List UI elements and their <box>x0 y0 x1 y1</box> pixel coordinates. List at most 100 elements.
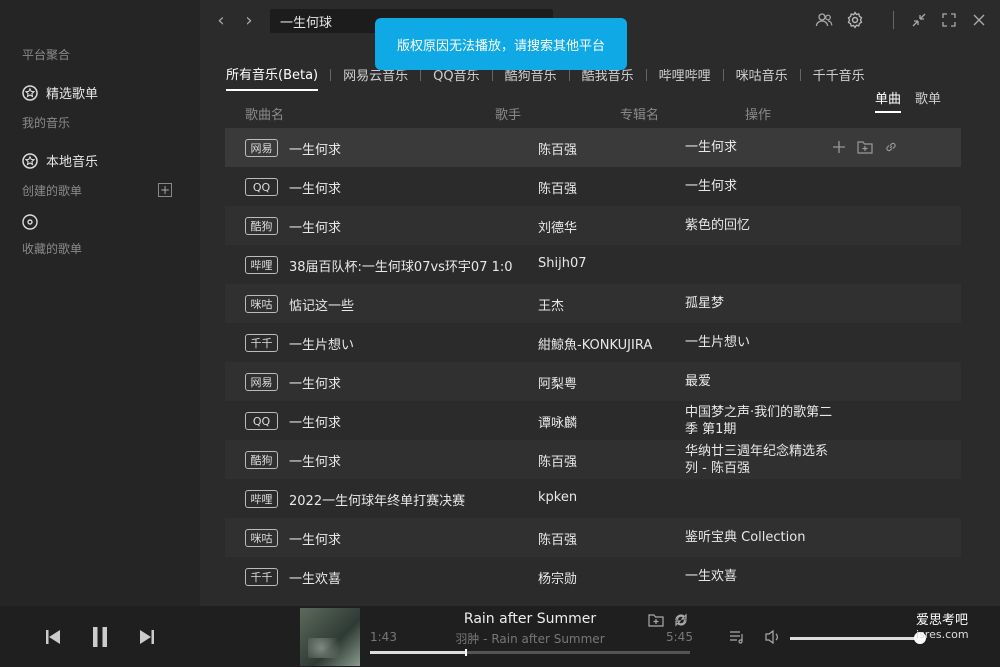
song-title[interactable]: 一生片想い <box>289 334 529 353</box>
song-title[interactable]: 38届百队杯:一生何球07vs环宇07 1:0 <box>289 256 529 275</box>
progress-bar[interactable] <box>370 649 690 656</box>
minimize-shrink-icon[interactable] <box>909 10 929 30</box>
sidebar-item-radio[interactable] <box>22 214 38 230</box>
song-album[interactable]: 紫色的回忆 <box>685 210 835 241</box>
tab-bilibili[interactable]: 哔哩哔哩 <box>659 65 711 90</box>
song-title[interactable]: 2022一生何球年终单打赛决赛 <box>289 490 529 509</box>
song-artist[interactable]: Shijh07 <box>538 256 673 271</box>
song-album[interactable] <box>685 483 835 514</box>
song-title[interactable]: 一生何求 <box>289 451 529 470</box>
disc-icon <box>22 214 38 230</box>
sidebar-item-featured[interactable]: 精选歌单 <box>22 83 98 102</box>
song-title[interactable]: 一生欢喜 <box>289 568 529 587</box>
table-row[interactable]: 酷狗 一生何求 陈百强 华纳廿三週年纪念精选系列 - 陈百强 <box>225 440 961 479</box>
song-artist[interactable]: 陈百强 <box>538 178 673 197</box>
add-to-folder-icon[interactable] <box>647 611 665 629</box>
song-artist[interactable]: 紺鯨魚-KONKUJIRA <box>538 334 673 353</box>
song-title[interactable]: 一生何求 <box>289 178 529 197</box>
forward-arrow-icon[interactable]: › <box>240 9 258 31</box>
previous-track-icon[interactable] <box>40 624 66 650</box>
tab-songs[interactable]: 单曲 <box>875 88 902 113</box>
table-row[interactable]: 千千 一生欢喜 杨宗勋 一生欢喜 <box>225 557 961 596</box>
song-artist[interactable]: 谭咏麟 <box>538 412 673 431</box>
song-album[interactable]: 孤星梦 <box>685 288 835 319</box>
sidebar: 平台聚合 精选歌单 我的音乐 本地音乐 创建的歌单 + 收藏的歌单 <box>0 0 200 606</box>
table-row[interactable]: 酷狗 一生何求 刘德华 紫色的回忆 <box>225 206 961 245</box>
volume-slider[interactable] <box>790 632 926 644</box>
users-icon[interactable] <box>814 10 834 30</box>
song-artist[interactable]: kpken <box>538 490 673 505</box>
table-row[interactable]: 哔哩 2022一生何球年终单打赛决赛 kpken <box>225 479 961 518</box>
table-row[interactable]: 咪咕 惦记这一些 王杰 孤星梦 <box>225 284 961 323</box>
song-album[interactable] <box>685 249 835 280</box>
add-playlist-button[interactable]: + <box>158 183 172 197</box>
song-album[interactable]: 一生欢喜 <box>685 561 835 592</box>
pause-icon[interactable] <box>87 624 113 650</box>
song-artist[interactable]: 刘德华 <box>538 217 673 236</box>
table-row[interactable]: 网易 一生何求 陈百强 一生何求 <box>225 128 961 167</box>
column-header-title[interactable]: 歌曲名 <box>245 104 284 123</box>
playlist-queue-icon[interactable] <box>728 628 746 646</box>
sidebar-section-my-music: 我的音乐 <box>22 116 71 130</box>
add-icon[interactable] <box>831 139 847 155</box>
source-badge: 酷狗 <box>245 217 278 235</box>
tab-qianqian[interactable]: 千千音乐 <box>813 65 865 90</box>
source-badge: QQ <box>245 412 278 430</box>
app-window: 平台聚合 精选歌单 我的音乐 本地音乐 创建的歌单 + 收藏的歌单 ‹ › 一生… <box>0 0 1000 667</box>
song-artist[interactable]: 陈百强 <box>538 529 673 548</box>
source-badge: 哔哩 <box>245 256 278 274</box>
tab-all-music[interactable]: 所有音乐(Beta) <box>226 64 319 91</box>
sidebar-item-local[interactable]: 本地音乐 <box>22 151 98 170</box>
table-row[interactable]: 千千 一生片想い 紺鯨魚-KONKUJIRA 一生片想い <box>225 323 961 362</box>
add-to-folder-icon[interactable] <box>857 139 873 155</box>
source-badge: 网易 <box>245 373 278 391</box>
star-circle-icon <box>22 84 38 101</box>
back-arrow-icon[interactable]: ‹ <box>212 9 230 31</box>
tab-playlists[interactable]: 歌单 <box>915 88 941 113</box>
column-header-artist[interactable]: 歌手 <box>495 104 521 123</box>
song-artist[interactable]: 杨宗勋 <box>538 568 673 587</box>
view-tabs: 单曲 歌单 <box>875 88 941 113</box>
table-row[interactable]: 网易 一生何求 阿梨粤 最爱 <box>225 362 961 401</box>
song-album[interactable]: 鉴听宝典 Collection <box>685 522 835 553</box>
song-title[interactable]: 一生何求 <box>289 373 529 392</box>
song-artist[interactable]: 阿梨粤 <box>538 373 673 392</box>
song-album[interactable]: 中国梦之声·我们的歌第二季 第1期 <box>685 405 835 437</box>
sidebar-section-platform: 平台聚合 <box>22 48 71 62</box>
progress-fill <box>370 651 466 654</box>
table-row[interactable]: 哔哩 38届百队杯:一生何球07vs环宇07 1:0 Shijh07 <box>225 245 961 284</box>
source-badge: 咪咕 <box>245 529 278 547</box>
song-title[interactable]: 一生何求 <box>289 217 529 236</box>
song-title[interactable]: 一生何求 <box>289 412 529 431</box>
song-title[interactable]: 一生何求 <box>289 529 529 548</box>
table-row[interactable]: 咪咕 一生何求 陈百强 鉴听宝典 Collection <box>225 518 961 557</box>
star-circle-icon <box>22 152 38 169</box>
tab-migu[interactable]: 咪咕音乐 <box>736 65 788 90</box>
song-title[interactable]: 一生何求 <box>289 139 529 158</box>
column-header-album[interactable]: 专辑名 <box>620 104 659 123</box>
fullscreen-icon[interactable] <box>939 10 959 30</box>
next-track-icon[interactable] <box>134 624 160 650</box>
song-album[interactable]: 一生何求 <box>685 171 835 202</box>
song-album[interactable]: 最爱 <box>685 366 835 397</box>
table-row[interactable]: QQ 一生何求 谭咏麟 中国梦之声·我们的歌第二季 第1期 <box>225 401 961 440</box>
song-album[interactable]: 一生片想い <box>685 327 835 358</box>
link-icon[interactable] <box>883 139 899 155</box>
sidebar-item-label: 本地音乐 <box>46 155 99 170</box>
source-badge: 咪咕 <box>245 295 278 313</box>
song-title[interactable]: 惦记这一些 <box>289 295 529 314</box>
total-time: 5:45 <box>666 630 693 644</box>
topbar-divider <box>893 11 894 29</box>
progress-handle[interactable] <box>465 649 467 656</box>
close-icon[interactable] <box>969 10 989 30</box>
song-artist[interactable]: 陈百强 <box>538 451 673 470</box>
repeat-icon[interactable] <box>672 611 690 629</box>
song-artist[interactable]: 王杰 <box>538 295 673 314</box>
song-album[interactable]: 一生何求 <box>685 132 835 163</box>
song-album[interactable]: 华纳廿三週年纪念精选系列 - 陈百强 <box>685 444 835 476</box>
table-row[interactable]: QQ 一生何求 陈百强 一生何求 <box>225 167 961 206</box>
song-artist[interactable]: 陈百强 <box>538 139 673 158</box>
volume-icon[interactable] <box>764 628 782 646</box>
album-cover[interactable] <box>300 608 360 666</box>
gear-icon[interactable] <box>845 10 865 30</box>
